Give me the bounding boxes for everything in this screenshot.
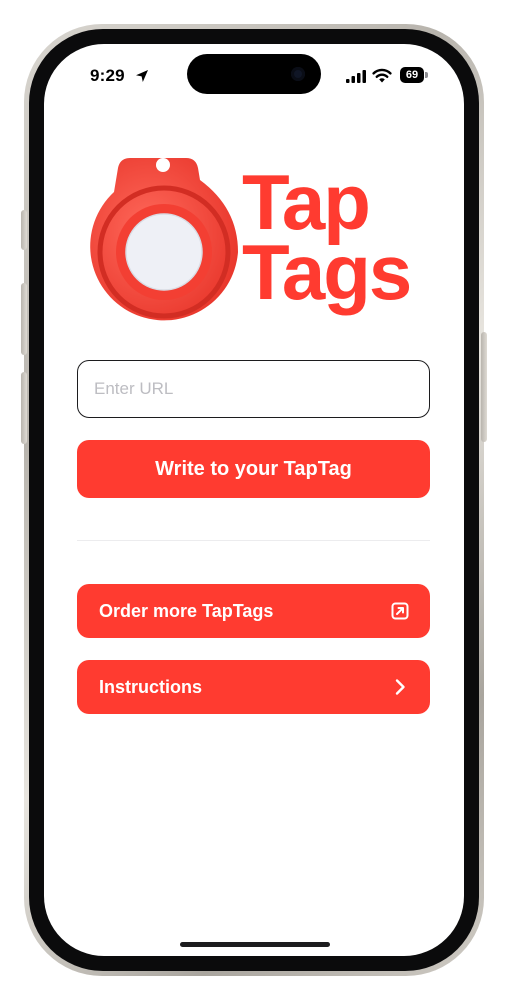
instructions-button[interactable]: Instructions <box>77 660 430 714</box>
battery-tip <box>425 72 428 78</box>
external-link-icon <box>390 601 410 621</box>
taptag-logo-icon <box>90 158 238 321</box>
write-taptag-button[interactable]: Write to your TapTag <box>77 440 430 498</box>
volume-up-button <box>21 283 27 355</box>
order-more-button[interactable]: Order more TapTags <box>77 584 430 638</box>
app-screen: 9:29 69 Tap Tags Enter URL Write to your… <box>44 44 464 956</box>
url-input[interactable] <box>77 360 430 418</box>
battery-level: 69 <box>400 67 424 83</box>
power-button <box>481 332 487 442</box>
dynamic-island <box>187 54 321 94</box>
instructions-label: Instructions <box>99 676 203 697</box>
volume-down-button <box>21 372 27 444</box>
logo-line-2: Tags <box>242 228 412 316</box>
cellular-signal-icon <box>346 70 366 83</box>
logo-line-1: Tap <box>242 158 371 246</box>
section-divider <box>77 540 430 541</box>
order-more-label: Order more TapTags <box>99 600 274 621</box>
wifi-icon <box>372 68 392 83</box>
status-time: 9:29 <box>90 66 125 85</box>
front-camera <box>291 67 305 81</box>
app-logo-wordmark: Tap Tags <box>242 158 412 316</box>
location-arrow-icon <box>136 70 148 82</box>
chevron-right-icon <box>390 677 410 697</box>
home-indicator[interactable] <box>180 942 330 947</box>
action-button <box>21 210 27 250</box>
battery-indicator: 69 <box>400 67 428 83</box>
